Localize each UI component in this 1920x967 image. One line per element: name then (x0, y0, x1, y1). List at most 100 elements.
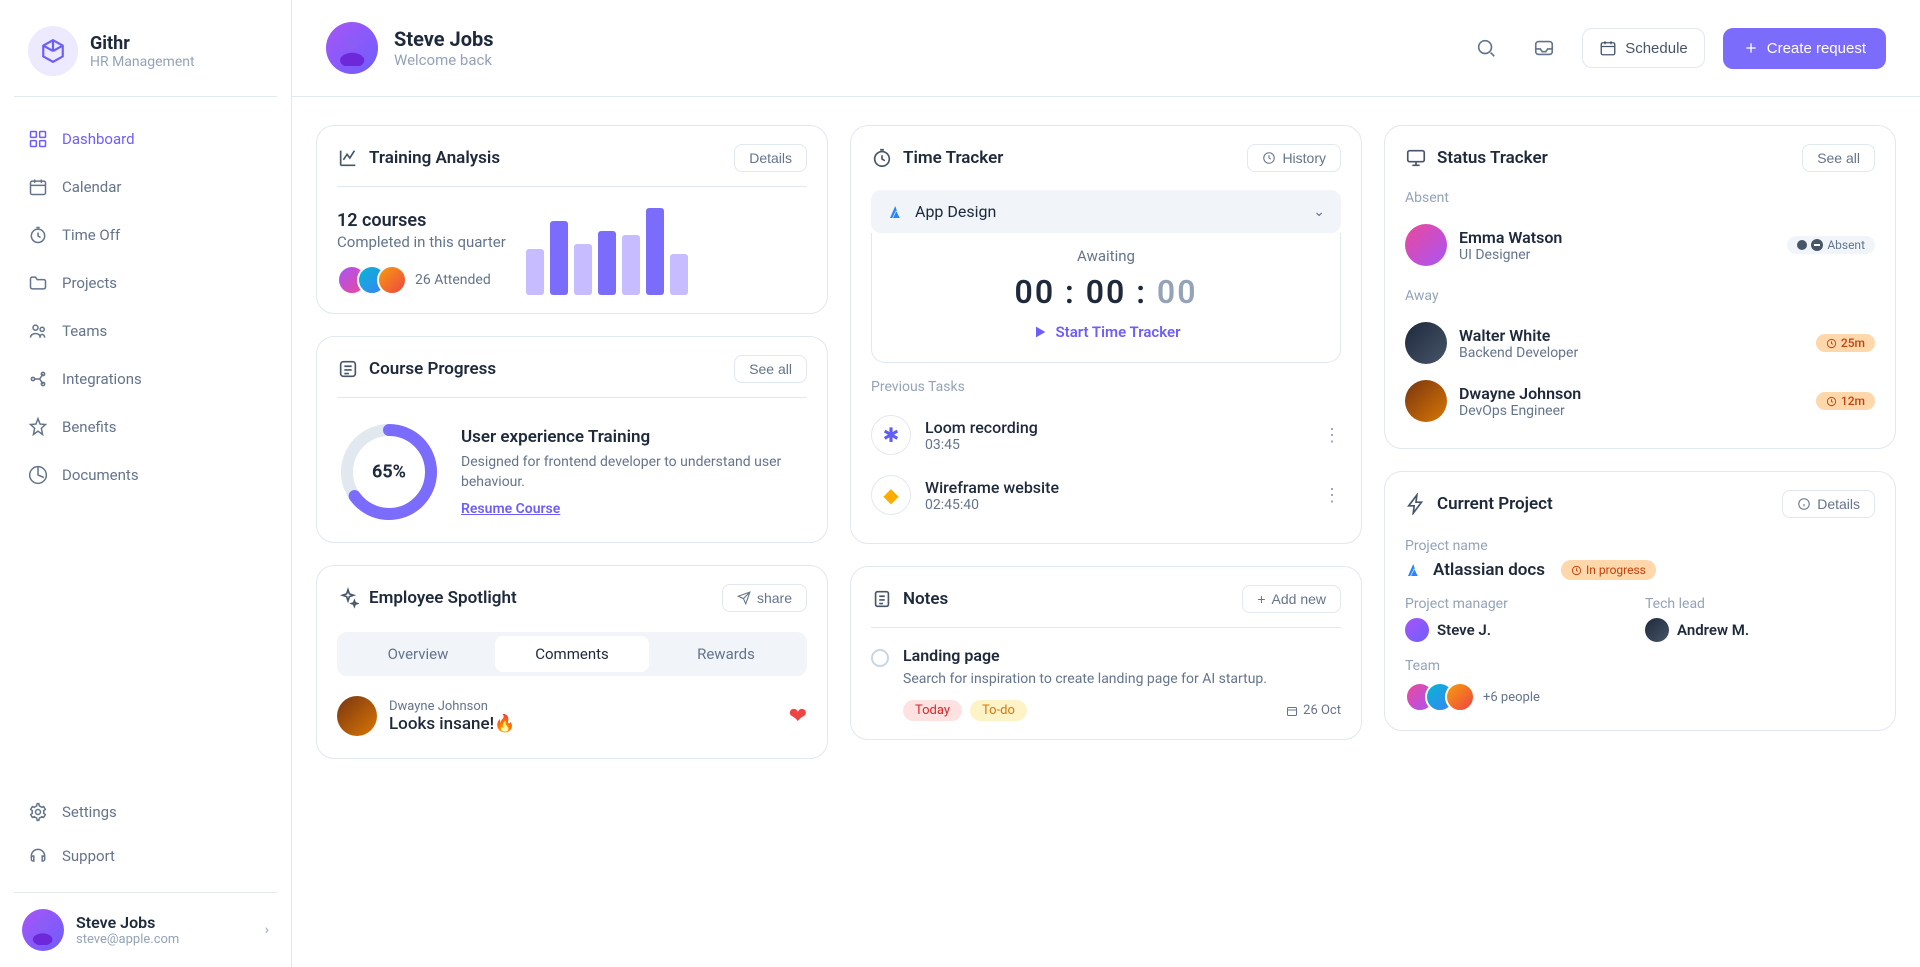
loom-icon: ✱ (871, 415, 911, 455)
card-title: Time Tracker (903, 148, 1237, 168)
course-progress-card: Course Progress See all 65% User ex (316, 336, 828, 543)
progress-ring: 65% (337, 420, 441, 524)
notes-card: Notes + Add new Landing page Search for … (850, 566, 1362, 740)
attended-count: 26 Attended (415, 272, 491, 288)
header-welcome: Welcome back (394, 51, 494, 69)
logo-row: Githr HR Management (0, 0, 291, 96)
card-title: Status Tracker (1437, 148, 1792, 168)
divider (14, 96, 277, 97)
training-bars-chart (526, 203, 688, 295)
sidebar-item-benefits[interactable]: Benefits (14, 405, 277, 449)
details-button[interactable]: Details (734, 144, 807, 172)
inbox-button[interactable] (1524, 28, 1564, 68)
progress-percent: 65% (372, 462, 406, 483)
comment-author: Dwayne Johnson (389, 699, 515, 714)
user-name: Steve Jobs (76, 913, 179, 932)
share-button[interactable]: share (722, 584, 807, 612)
history-button[interactable]: History (1247, 144, 1341, 172)
plus-icon (1743, 40, 1759, 56)
see-all-button[interactable]: See all (1802, 144, 1875, 172)
sidebar-item-dashboard[interactable]: Dashboard (14, 117, 277, 161)
list-icon (337, 358, 359, 380)
tracker-timer: 00 : 00 : 00 (872, 273, 1340, 311)
status-role: UI Designer (1459, 247, 1562, 263)
details-button[interactable]: Details (1782, 490, 1875, 518)
tracker-project-name: App Design (915, 202, 996, 221)
more-button[interactable]: ⋮ (1323, 485, 1341, 506)
time-tracker-card: Time Tracker History App Design ⌄ Awaiti… (850, 125, 1362, 544)
sidebar-item-teams[interactable]: Teams (14, 309, 277, 353)
task-time: 03:45 (925, 437, 1038, 453)
clock-icon (1826, 396, 1837, 407)
nav-label: Calendar (62, 178, 122, 196)
tl-name: Andrew M. (1677, 621, 1749, 639)
note-icon (871, 588, 893, 610)
star-icon (28, 417, 48, 437)
nav: Dashboard Calendar Time Off Projects Tea… (0, 107, 291, 780)
create-label: Create request (1767, 40, 1866, 57)
sidebar-item-settings[interactable]: Settings (14, 790, 277, 834)
courses-sub: Completed in this quarter (337, 233, 506, 251)
calendar-icon (1599, 39, 1617, 57)
project-status-badge: In progress (1561, 560, 1656, 580)
sidebar-item-integrations[interactable]: Integrations (14, 357, 277, 401)
play-icon (1032, 324, 1048, 340)
note-checkbox[interactable] (871, 649, 889, 667)
integrations-icon (28, 369, 48, 389)
user-profile-row[interactable]: Steve Jobs steve@apple.com › (0, 893, 291, 967)
avatar (1405, 380, 1447, 422)
project-name-label: Project name (1405, 538, 1875, 554)
pm-label: Project manager (1405, 596, 1635, 612)
sidebar-item-timeoff[interactable]: Time Off (14, 213, 277, 257)
status-name: Walter White (1459, 326, 1578, 345)
heart-icon[interactable]: ❤ (789, 704, 807, 729)
team-more: +6 people (1483, 690, 1540, 705)
task-name: Wireframe website (925, 478, 1059, 497)
avatar (1645, 618, 1669, 642)
tab-overview[interactable]: Overview (341, 636, 495, 672)
sidebar-item-calendar[interactable]: Calendar (14, 165, 277, 209)
logo-icon (28, 26, 78, 76)
comment-row: Dwayne Johnson Looks insane!🔥 ❤ (337, 692, 807, 740)
more-button[interactable]: ⋮ (1323, 425, 1341, 446)
minus-icon (1811, 239, 1823, 251)
brand-name: Githr (90, 33, 195, 54)
card-title: Course Progress (369, 359, 724, 379)
search-button[interactable] (1466, 28, 1506, 68)
atlassian-icon (887, 203, 905, 221)
stopwatch-icon (871, 147, 893, 169)
status-tracker-card: Status Tracker See all Absent Emma Watso… (1384, 125, 1896, 449)
status-name: Emma Watson (1459, 228, 1562, 247)
resume-course-link[interactable]: Resume Course (461, 501, 560, 517)
brand-sub: HR Management (90, 54, 195, 70)
sidebar-item-projects[interactable]: Projects (14, 261, 277, 305)
nav-label: Dashboard (62, 130, 135, 148)
avatar (1405, 322, 1447, 364)
create-request-button[interactable]: Create request (1723, 28, 1886, 69)
sidebar-item-support[interactable]: Support (14, 834, 277, 878)
send-icon (737, 591, 751, 605)
header: Steve Jobs Welcome back Schedule Create … (292, 0, 1920, 97)
status-row: Emma Watson UI Designer Absent (1405, 216, 1875, 274)
status-row: Dwayne Johnson DevOps Engineer 12m (1405, 372, 1875, 430)
status-absent-label: Absent (1405, 190, 1875, 206)
tab-rewards[interactable]: Rewards (649, 636, 803, 672)
nav-label: Settings (62, 803, 117, 821)
comment-text: Looks insane!🔥 (389, 714, 515, 734)
status-role: Backend Developer (1459, 345, 1578, 361)
note-title: Landing page (903, 646, 1341, 665)
clock-icon (1826, 338, 1837, 349)
sidebar-item-documents[interactable]: Documents (14, 453, 277, 497)
note-desc: Search for inspiration to create landing… (903, 669, 1341, 690)
status-row: Walter White Backend Developer 25m (1405, 314, 1875, 372)
tab-comments[interactable]: Comments (495, 636, 649, 672)
nav-label: Teams (62, 322, 107, 340)
see-all-button[interactable]: See all (734, 355, 807, 383)
sidebar: Githr HR Management Dashboard Calendar T… (0, 0, 292, 967)
schedule-button[interactable]: Schedule (1582, 28, 1705, 68)
tracker-project-select[interactable]: App Design ⌄ (871, 190, 1341, 233)
headphones-icon (28, 846, 48, 866)
add-note-button[interactable]: + Add new (1242, 585, 1341, 613)
training-analysis-card: Training Analysis Details 12 courses Com… (316, 125, 828, 314)
start-tracker-button[interactable]: Start Time Tracker (1032, 323, 1181, 341)
